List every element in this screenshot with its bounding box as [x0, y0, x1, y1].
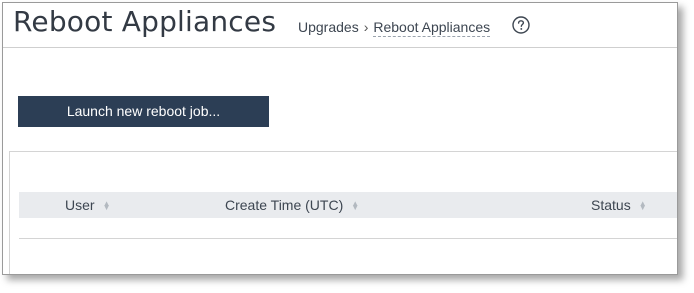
- page-content: Launch new reboot job... User ▲ ▼ Create T…: [3, 48, 677, 274]
- app-frame: Reboot Appliances Upgrades › Reboot Applia…: [2, 2, 678, 275]
- breadcrumb-current: Reboot Appliances: [373, 19, 491, 37]
- column-header-label: Create Time (UTC): [225, 197, 344, 213]
- page-title: Reboot Appliances: [13, 5, 277, 38]
- column-header-label: User: [65, 197, 95, 213]
- sort-icon: ▲ ▼: [351, 199, 360, 213]
- table-empty-row: [19, 218, 677, 239]
- breadcrumb: Upgrades › Reboot Appliances: [298, 19, 491, 37]
- question-circle-icon[interactable]: [512, 16, 530, 34]
- reboot-jobs-table: User ▲ ▼ Create Time (UTC) ▲ ▼ Status ▲ ▼: [9, 151, 677, 274]
- page-header: Reboot Appliances Upgrades › Reboot Applia…: [3, 3, 677, 48]
- column-header-status[interactable]: Status ▲ ▼: [591, 192, 647, 218]
- breadcrumb-upgrades-link[interactable]: Upgrades: [298, 19, 359, 35]
- sort-icon: ▲ ▼: [638, 199, 647, 213]
- column-header-user[interactable]: User ▲ ▼: [65, 192, 110, 218]
- breadcrumb-separator: ›: [363, 19, 369, 35]
- table-header-row: User ▲ ▼ Create Time (UTC) ▲ ▼ Status ▲ ▼: [19, 192, 677, 218]
- column-header-label: Status: [591, 197, 631, 213]
- launch-new-reboot-job-button[interactable]: Launch new reboot job...: [18, 96, 269, 127]
- sort-icon: ▲ ▼: [102, 199, 111, 213]
- column-header-create-time[interactable]: Create Time (UTC) ▲ ▼: [225, 192, 359, 218]
